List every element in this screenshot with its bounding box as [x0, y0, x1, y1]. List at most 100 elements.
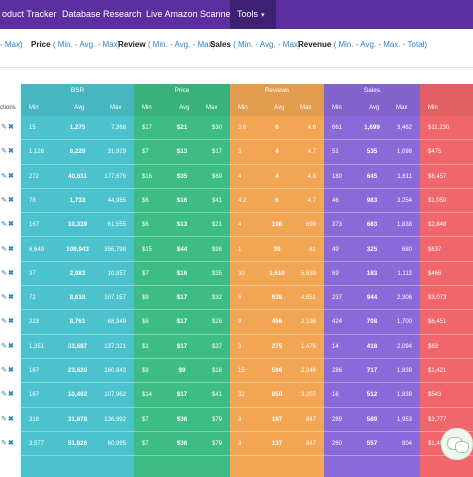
cell-reviews-max: 647 [305, 440, 316, 447]
delete-icon[interactable]: ✖ [8, 335, 14, 359]
delete-icon[interactable]: ✖ [8, 432, 14, 456]
delete-icon[interactable]: ✖ [8, 165, 14, 189]
edit-icon[interactable]: ✎ [1, 238, 7, 262]
cell-reviews-min: 3.6 [238, 125, 247, 131]
filter-bsr[interactable]: - Max) [0, 40, 23, 49]
delete-icon[interactable]: ✖ [8, 286, 14, 310]
cell-price-max: $96 [211, 246, 222, 253]
cell-bsr-min: 6,649 [29, 246, 45, 253]
delete-icon[interactable]: ✖ [8, 189, 14, 213]
edit-icon[interactable]: ✎ [1, 262, 7, 286]
edit-icon[interactable]: ✎ [1, 213, 7, 237]
delete-icon[interactable]: ✖ [8, 116, 14, 140]
edit-icon[interactable]: ✎ [1, 359, 7, 383]
group-header-reviews: Reviews [264, 87, 290, 94]
cell-price-max: $26 [211, 319, 222, 326]
subheader-min: Min [428, 105, 438, 111]
cell-sales-min: 49 [332, 246, 339, 253]
edit-icon[interactable]: ✎ [1, 383, 7, 407]
cell-reviews-min: 3 [238, 149, 242, 156]
nav-live-amazon-scanner[interactable]: Live Amazon Scanner [142, 0, 234, 29]
cell-bsr-min: 15 [29, 125, 36, 131]
edit-icon[interactable]: ✎ [1, 408, 7, 432]
filter-price[interactable]: Price ( Min. - Avg. - Max) [31, 40, 120, 49]
cell-reviews-max: 699 [305, 222, 316, 229]
cell-bsr-min: 318 [29, 416, 40, 423]
cell-price-min: $6 [142, 222, 149, 229]
cell-bsr-avg: 51,926 [67, 439, 88, 447]
cell-price-min: $6 [142, 319, 149, 326]
cell-bsr-avg: 10,339 [67, 221, 88, 229]
cell-sales-max: 1,838 [396, 368, 412, 374]
cell-reviews-max: 5,639 [300, 270, 316, 277]
cell-bsr-max: 107,157 [104, 295, 126, 302]
cell-bsr-avg: 40,611 [68, 172, 87, 180]
delete-icon[interactable]: ✖ [8, 213, 14, 237]
nav-tools[interactable]: Tools ▾ [230, 0, 276, 29]
cell-bsr-max: 137,321 [104, 343, 126, 350]
cell-revenue-min: $3,777 [428, 416, 447, 423]
group-header-bsr: BSR [70, 87, 85, 94]
edit-icon[interactable]: ✎ [1, 286, 7, 310]
cell-price-min: $16 [142, 173, 153, 180]
cell-reviews-max: 847 [305, 416, 316, 423]
delete-icon[interactable]: ✖ [8, 408, 14, 432]
delete-icon[interactable]: ✖ [8, 359, 14, 383]
subheader-avg: Avg [74, 105, 85, 111]
edit-icon[interactable]: ✎ [1, 116, 7, 140]
cell-price-max: $30 [211, 125, 222, 131]
edit-icon[interactable]: ✎ [1, 140, 7, 164]
cell-bsr-min: 223 [29, 319, 40, 326]
chat-bubble-icon[interactable] [441, 428, 473, 460]
cell-reviews-min: 4.2 [238, 197, 247, 204]
cell-reviews-min: 3 [238, 343, 242, 350]
cell-sales-min: 46 [332, 197, 339, 204]
cell-bsr-avg: 33,687 [67, 342, 88, 350]
edit-icon[interactable]: ✎ [1, 165, 7, 189]
cell-revenue-min: $475 [428, 149, 442, 156]
cell-price-max: $35 [211, 270, 222, 277]
cell-reviews-min: 3 [238, 440, 242, 447]
edit-icon[interactable]: ✎ [1, 310, 7, 334]
cell-price-min: $1 [142, 343, 149, 350]
cell-price-max: $17 [211, 149, 222, 156]
cell-bsr-avg: 1,275 [69, 124, 86, 131]
nav-product-tracker[interactable]: oduct Tracker [0, 0, 57, 29]
delete-icon[interactable]: ✖ [8, 262, 14, 286]
caret-down-icon: ▾ [261, 12, 265, 19]
filter-review[interactable]: Review ( Min. - Avg. - Max) [118, 40, 215, 49]
cell-bsr-min: 37 [29, 270, 36, 277]
cell-sales-max: 1,838 [396, 392, 412, 399]
cell-sales-min: 289 [332, 416, 343, 423]
cell-price-max: $37 [211, 343, 222, 350]
delete-icon[interactable]: ✖ [8, 310, 14, 334]
cell-price-min: $7 [142, 270, 149, 277]
nav-database-research[interactable]: Database Research [58, 0, 142, 29]
subheader-min: Min [332, 105, 342, 111]
cell-reviews-min: 4 [238, 173, 242, 180]
edit-icon[interactable]: ✎ [1, 335, 7, 359]
delete-icon[interactable]: ✖ [8, 383, 14, 407]
cell-bsr-max: 31,929 [107, 149, 126, 156]
group-header-price: Price [174, 87, 190, 94]
cell-bsr-min: 1,126 [29, 149, 45, 156]
cell-bsr-min: 3,577 [29, 440, 45, 447]
cell-bsr-max: 60,995 [107, 440, 126, 447]
cell-price-max: $16 [211, 368, 222, 374]
cell-bsr-avg: 31,678 [67, 415, 88, 423]
divider [0, 67, 473, 68]
cell-sales-min: 237 [332, 295, 343, 302]
cell-bsr-avg: 1,733 [69, 196, 86, 204]
cell-revenue-min: $1,050 [428, 197, 447, 204]
edit-icon[interactable]: ✎ [1, 189, 7, 213]
subheader-min: Min [238, 105, 248, 111]
delete-icon[interactable]: ✖ [8, 140, 14, 164]
subheader-max: Max [206, 105, 218, 111]
cell-bsr-max: 10,857 [107, 270, 126, 277]
filter-sales[interactable]: Sales ( Min. - Avg. - Max) [210, 40, 301, 49]
edit-icon[interactable]: ✎ [1, 432, 7, 456]
filter-revenue[interactable]: Revenue ( Min. - Avg. - Max. - Total) [298, 40, 427, 49]
delete-icon[interactable]: ✖ [8, 238, 14, 262]
cell-revenue-min: $6,457 [428, 173, 447, 180]
subheader-avg: Avg [274, 105, 285, 111]
